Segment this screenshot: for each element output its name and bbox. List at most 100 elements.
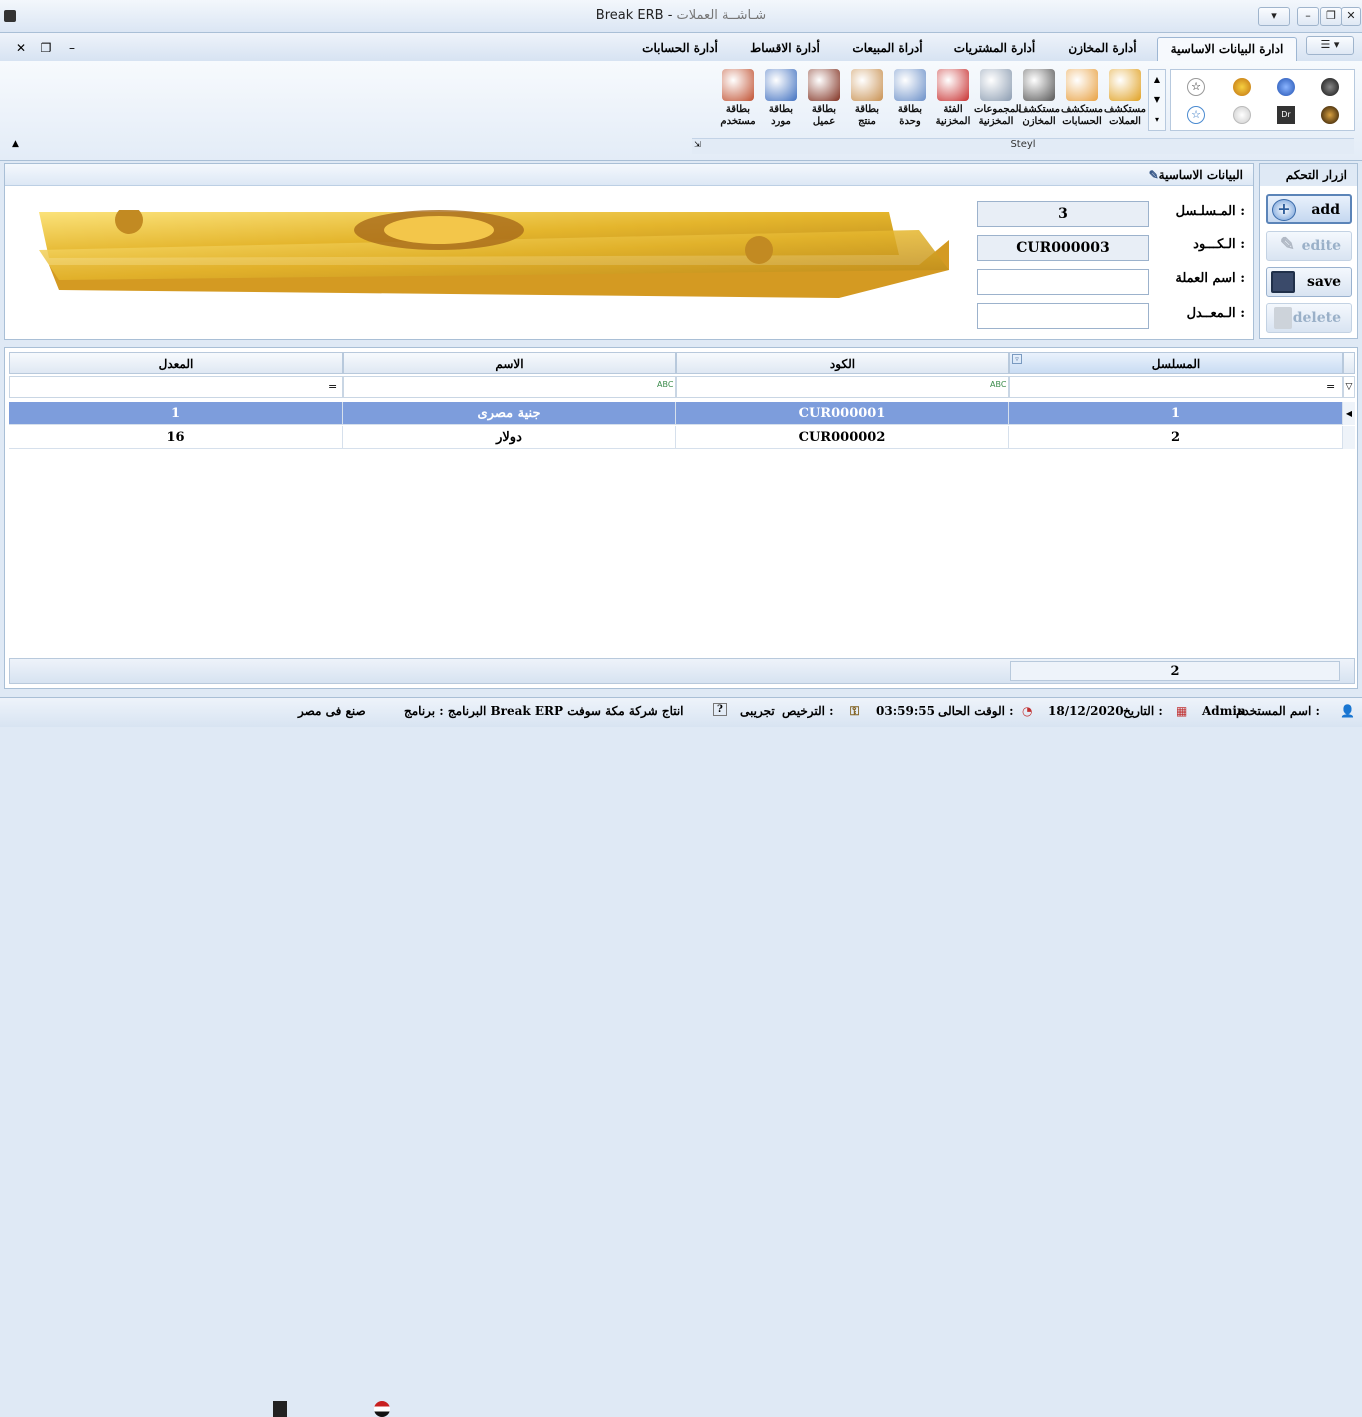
style-dark-icon[interactable] [1321,78,1339,96]
currency-name-field[interactable] [977,269,1149,295]
cell-rate[interactable]: 16 [9,426,343,449]
ribbon-button-label: منتج [858,116,876,127]
column-header-rate[interactable]: المعدل [9,352,343,374]
column-header-name[interactable]: الاسم [343,352,676,374]
ribbon-button-label: مستكشف [1017,104,1061,115]
ribbon-button-label: المخزنية [935,116,971,127]
close-icon[interactable]: ✕ [1341,7,1361,26]
user-icon: 👤 [1340,704,1355,718]
ribbon-button-label: بطاقة [725,104,751,115]
mdi-minimize-icon[interactable]: – [65,41,79,55]
license-icon: ⚿ [850,704,860,718]
tab-installments[interactable]: أدارة الاقساط [738,37,832,61]
cell-name[interactable]: جنية مصرى [343,402,676,425]
filter-name[interactable]: ABC [343,376,676,398]
minimize-icon[interactable]: – [1297,7,1319,26]
filter-code[interactable]: ABC [676,376,1009,398]
egypt-flag-icon [374,1401,390,1417]
quick-access-dropdown-icon[interactable]: ▾ [1258,7,1290,26]
currencies-grid: المسلسل الكود الاسم المعدل ▿ = ABC ABC =… [4,347,1358,689]
edit-form-icon: ✎ [1148,168,1159,182]
tab-purchases[interactable]: أدارة المشتريات [943,37,1046,61]
user-label: اسم المستخدم : [1236,704,1320,718]
style-blue-icon[interactable] [1277,78,1295,96]
style-dr-icon[interactable]: Dr [1277,106,1295,124]
time-label: الوقت الحالى : [938,704,1014,718]
ribbon-button-label: عميل [812,116,836,127]
style-star-icon[interactable]: ☆ [1187,78,1205,96]
ribbon-button-product-card[interactable]: بطاقة منتج [845,69,889,141]
gallery-scroll[interactable]: ▲ ▼ ▾ [1148,69,1166,131]
cell-name[interactable]: دولار [343,426,676,449]
column-header-serial[interactable]: المسلسل [1009,352,1343,374]
filter-serial[interactable]: = [1009,376,1343,398]
ribbon-button-label: مستخدم [720,116,756,127]
mdi-restore-icon[interactable]: ❐ [39,41,53,55]
collapse-ribbon-icon[interactable]: ▲ [12,139,19,149]
ribbon-button-warehouse[interactable]: مستكشف المخازن [1017,69,1061,141]
save-button[interactable]: save [1266,267,1352,297]
ribbon-button-unit-card[interactable]: بطاقة وحدة [888,69,932,141]
user-card-icon [722,69,754,101]
style-blue-star-icon[interactable]: ☆ [1187,106,1205,124]
cell-code[interactable]: CUR000002 [676,426,1009,449]
user-name: Admin [1202,704,1246,718]
delete-button[interactable]: delete [1266,303,1352,333]
text-filter-icon[interactable]: ABC [657,380,673,389]
filter-row-icon[interactable]: ▽ [1343,376,1355,398]
ribbon-button-user-card[interactable]: بطاقة مستخدم [716,69,760,141]
table-row[interactable]: 1 CUR000001 جنية مصرى 1 [9,402,1343,425]
style-silver-icon[interactable] [1233,106,1251,124]
ribbon-button-accounts-tree[interactable]: مستكشف الحسابات [1060,69,1104,141]
ribbon-button-groups[interactable]: المجموعات المخزنية [974,69,1021,141]
add-button[interactable]: + add [1266,194,1352,224]
style-gallery[interactable]: ☆ ☆ Dr [1170,69,1355,131]
ribbon-panel: ▲ مستكشف العملات مستكشف الحسابات مستكشف المخا… [0,61,1362,161]
style-bronze-icon[interactable] [1321,106,1339,124]
clock-icon: ◔ [1022,704,1033,718]
cell-rate[interactable]: 1 [9,402,343,425]
category-icon [937,69,969,101]
filter-rate[interactable]: = [9,376,343,398]
row-indicator[interactable] [1343,426,1355,449]
program-info: البرنامج : برنامج Break ERP انتاج شركة م… [404,704,684,718]
mdi-close-icon[interactable]: ✕ [14,41,28,55]
edit-button[interactable]: ✎ edite [1266,231,1352,261]
ribbon-button-category[interactable]: الفئة المخزنية [931,69,975,141]
groups-icon [980,69,1012,101]
ribbon-button-label: المخازن [1022,116,1056,127]
tab-accounts[interactable]: أدارة الحسابات [630,37,730,61]
text-filter-icon[interactable]: ABC [990,380,1006,389]
code-field[interactable]: CUR000003 [977,235,1149,261]
equals-icon[interactable]: = [328,380,337,393]
customer-card-icon [808,69,840,101]
tab-basic-data[interactable]: ادارة البيانات الاساسية [1157,37,1297,61]
ribbon-button-customer-card[interactable]: بطاقة عميل [802,69,846,141]
license-label: الترخيص : [782,704,834,718]
add-icon: + [1272,199,1296,221]
help-icon[interactable]: ? [713,703,727,716]
code-label: الـكـــود : [1193,237,1245,252]
ribbon-button-supplier-card[interactable]: بطاقة مورد [759,69,803,141]
ribbon-button-currency[interactable]: مستكشف العملات [1103,69,1147,141]
cell-serial[interactable]: 2 [1009,426,1343,449]
column-filter-icon[interactable]: ▿ [1012,354,1022,364]
style-orange-icon[interactable] [1233,78,1251,96]
kaaba-icon [273,1401,287,1417]
cell-code[interactable]: CUR000001 [676,402,1009,425]
tab-warehouses[interactable]: أدارة المخازن [1054,37,1151,61]
equals-icon[interactable]: = [1326,380,1335,393]
group-launcher-icon[interactable]: ⇲ [694,140,701,149]
rate-field[interactable] [977,303,1149,329]
banknote-image [19,206,951,300]
restore-icon[interactable]: ❐ [1320,7,1342,26]
rate-label: الـمعــدل : [1186,306,1245,321]
column-header-code[interactable]: الكود [676,352,1009,374]
row-indicator-icon[interactable]: ◀ [1343,402,1355,425]
serial-field[interactable]: 3 [977,201,1149,227]
application-menu-icon[interactable]: ☰ ▾ [1306,36,1354,55]
calendar-icon: ▦ [1176,704,1188,718]
cell-serial[interactable]: 1 [1009,402,1343,425]
table-row[interactable]: 2 CUR000002 دولار 16 [9,426,1343,449]
tab-sales[interactable]: أدراة المبيعات [840,37,935,61]
